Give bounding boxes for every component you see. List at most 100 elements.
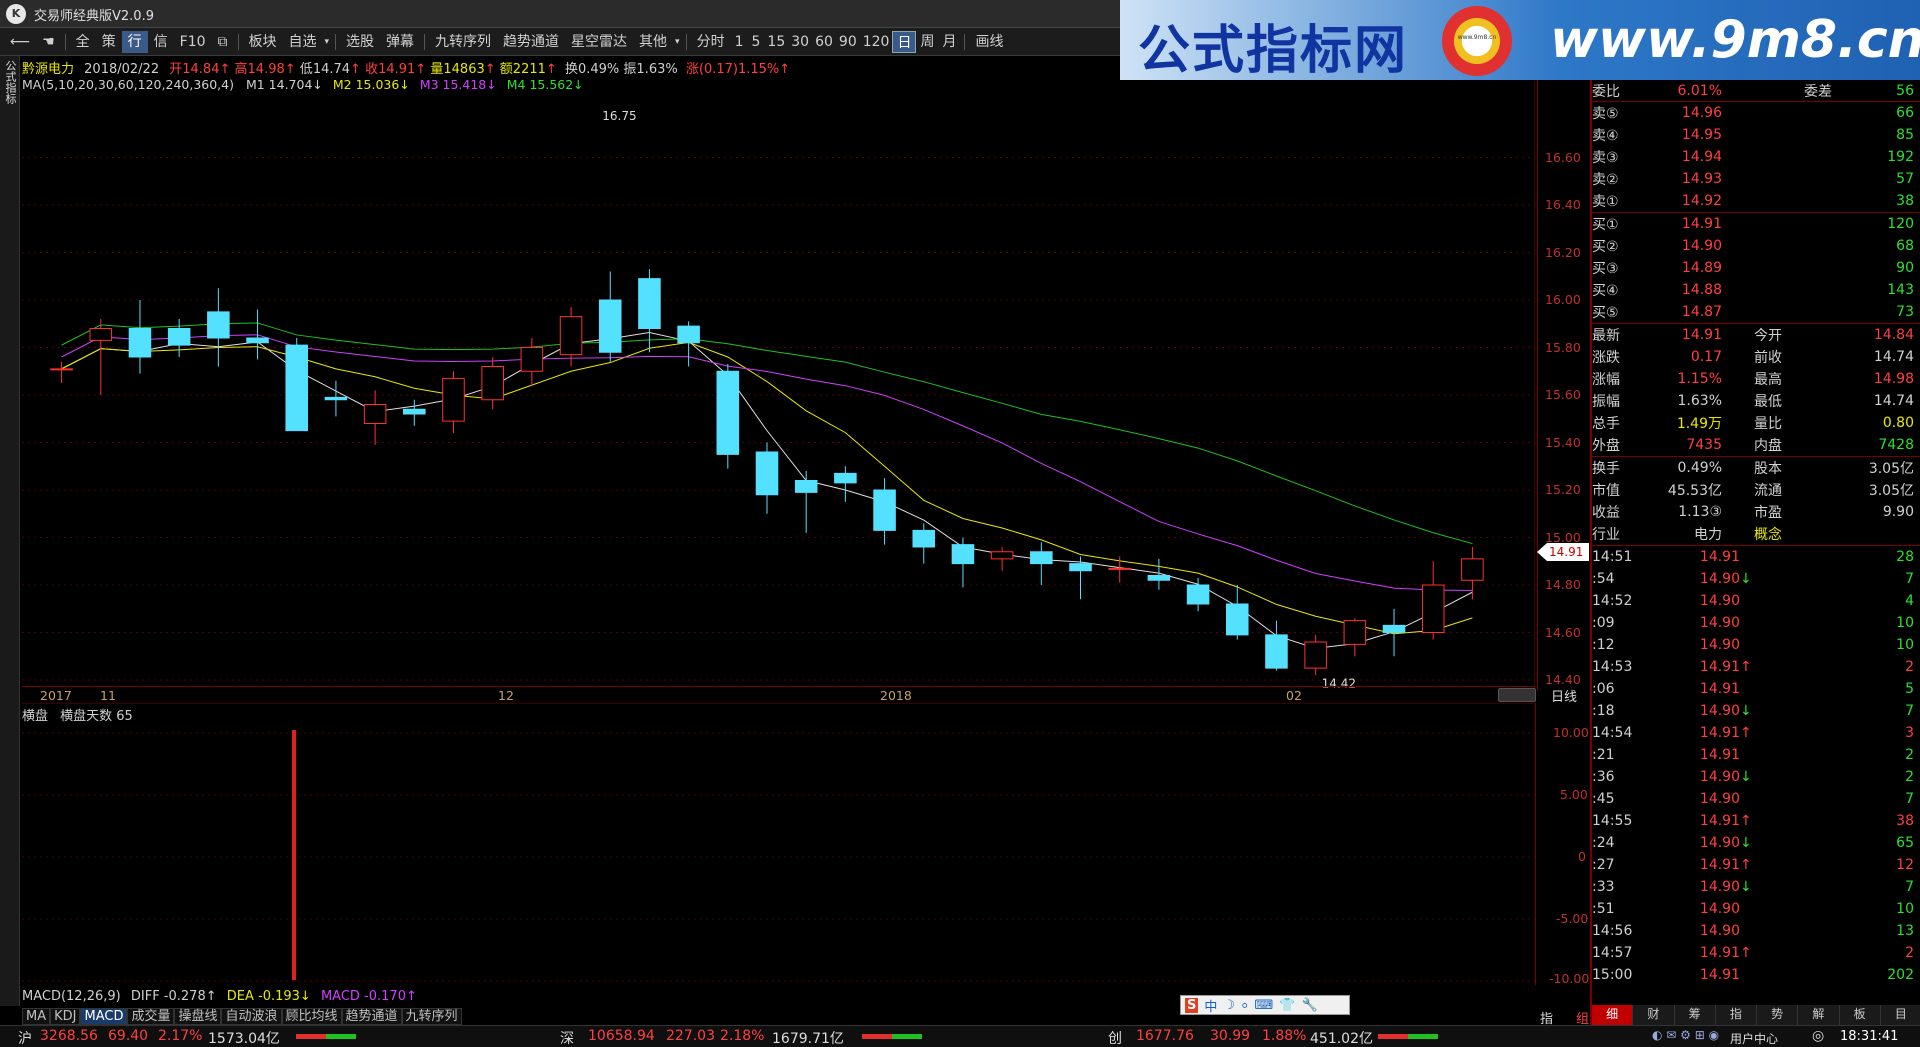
ad-banner[interactable]: 公式指标网 www.9m8.cn www.9m8.cn	[1120, 0, 1920, 80]
indicator-tab-7[interactable]: 趋势通道	[341, 1008, 402, 1025]
tick-price: 14.91	[1699, 747, 1740, 763]
period-fenshi[interactable]: 分时	[691, 31, 731, 53]
copy-icon[interactable]: ⧉	[212, 31, 234, 53]
candle-body	[559, 316, 583, 356]
sell-price: 14.93	[1681, 171, 1722, 187]
toolbar-jiuzhuan[interactable]: 九转序列	[429, 31, 497, 53]
candle-body	[324, 396, 348, 401]
side-tab-3[interactable]: 指	[1715, 1005, 1757, 1025]
period-week[interactable]: 周	[916, 31, 938, 53]
tick-time: :27	[1592, 857, 1615, 873]
toolbar-bankuai[interactable]: 板块	[243, 31, 283, 53]
chevron-down-icon[interactable]: ▾	[323, 31, 332, 53]
candle-body	[246, 337, 269, 344]
indicator-tab-5[interactable]: 自动波浪	[221, 1008, 282, 1025]
sz-pct: 2.18%	[720, 1028, 765, 1044]
tick-volume: 10	[1896, 901, 1914, 917]
toolbar-xuangu[interactable]: 选股	[340, 31, 380, 53]
stock-info-line: 黔源电力 2018/02/22 开14.84↑ 高14.98↑ 低14.74↑ …	[22, 62, 791, 77]
stat2-value: 电力	[1694, 527, 1722, 543]
chevron-down-icon[interactable]: ▾	[673, 31, 682, 53]
sz-chg: 227.03	[666, 1028, 715, 1044]
toolbar-hang[interactable]: 行	[121, 30, 148, 53]
app-logo-icon: K	[6, 4, 26, 24]
toolbar-xin[interactable]: 信	[148, 31, 174, 53]
tick-time: :24	[1592, 835, 1615, 851]
current-price-value: 14.91	[1549, 545, 1584, 559]
kline-svg[interactable]: 16.7514.42	[22, 80, 1535, 690]
sub-chart-svg[interactable]	[22, 703, 1535, 985]
kline-chart[interactable]: 16.75 14.42	[22, 80, 1538, 690]
candle-body	[167, 328, 191, 346]
side-tab-4[interactable]: 势	[1757, 1005, 1799, 1025]
toolbar-danmu[interactable]: 弹幕	[380, 31, 420, 53]
tick-time: :06	[1592, 681, 1615, 697]
side-tab-2[interactable]: 筹	[1674, 1005, 1716, 1025]
macd-line: MACD(12,26,9) DIFF -0.278↑ DEA -0.193↓ M…	[22, 989, 417, 1004]
side-tab-6[interactable]: 板	[1839, 1005, 1881, 1025]
indicator-tab-8[interactable]: 九转序列	[401, 1008, 462, 1025]
hand-icon[interactable]: ☚	[36, 31, 61, 53]
period-60[interactable]: 60	[812, 31, 836, 53]
indicator-tab-2[interactable]: MACD	[80, 1008, 128, 1025]
candle-body	[1147, 575, 1171, 581]
period-month[interactable]: 月	[938, 31, 960, 53]
weibi-label: 委比	[1592, 83, 1620, 100]
tick-time: :54	[1592, 571, 1615, 587]
toolbar-quan[interactable]: 全	[70, 31, 96, 53]
toolbar-zixuan[interactable]: 自选	[283, 31, 323, 53]
stat-label-2: 最高	[1754, 372, 1782, 388]
toolbar-qita[interactable]: 其他	[633, 31, 673, 53]
tick-time: 14:54	[1592, 725, 1633, 741]
tick-time: 15:00	[1592, 967, 1633, 983]
period-30[interactable]: 30	[788, 31, 812, 53]
stat2-label-2: 市盈	[1754, 505, 1782, 521]
indicator-tab-3[interactable]: 成交量	[127, 1008, 175, 1025]
user-center[interactable]: 用户中心	[1730, 1030, 1778, 1047]
tick-row: :06 14.91 5	[1592, 678, 1920, 700]
toolbar-xingkong[interactable]: 星空雷达	[565, 31, 633, 53]
period-day[interactable]: 日	[892, 30, 917, 53]
toolbar-f10[interactable]: F10	[174, 31, 212, 53]
indicator-tab-4[interactable]: 操盘线	[174, 1008, 222, 1025]
scroll-thumb[interactable]	[1498, 688, 1536, 702]
toolbar-qushi[interactable]: 趋势通道	[497, 31, 565, 53]
tick-time: :36	[1592, 769, 1615, 785]
candle-body	[1304, 641, 1327, 669]
quote-panel: 委比 6.01% 委差 56 卖⑤ 14.96 66 卖④ 14.95 85 卖③ 14.94 192 卖…	[1590, 80, 1920, 1025]
sell-price: 14.94	[1681, 149, 1722, 165]
period-1[interactable]: 1	[731, 31, 748, 53]
period-15[interactable]: 15	[764, 31, 788, 53]
indicator-tab-0[interactable]: MA	[22, 1008, 51, 1025]
buy-row: 买② 14.90 68	[1592, 235, 1920, 257]
period-90[interactable]: 90	[836, 31, 860, 53]
indicator-tab-1[interactable]: KDJ	[50, 1008, 81, 1025]
period-5[interactable]: 5	[748, 31, 765, 53]
price-axis-label: 14.40	[1545, 672, 1581, 687]
tick-arrow: ↑	[1740, 813, 1752, 829]
side-tab-0[interactable]: 细	[1592, 1005, 1634, 1025]
left-side-strip[interactable]: 公式指标	[0, 56, 20, 1006]
indicator-tab-6[interactable]: 顾比均线	[281, 1008, 342, 1025]
side-tab-5[interactable]: 解	[1798, 1005, 1840, 1025]
status-icons[interactable]: ◐ ✉ ⚙ ⊞ ◉	[1652, 1028, 1719, 1042]
stat2-value-2: 3.05亿	[1868, 461, 1914, 477]
back-icon[interactable]: ⟵	[4, 31, 36, 53]
buy-volume: 143	[1887, 282, 1914, 298]
stock-name[interactable]: 黔源电力	[22, 62, 74, 77]
period-120[interactable]: 120	[860, 31, 893, 53]
toolbar-huaxian[interactable]: 画线	[969, 31, 1009, 53]
leftstrip-label: 公式指标	[4, 60, 17, 104]
sz-index: 10658.94	[588, 1028, 655, 1044]
x-axis-labels: 2017 11 12 2018 02	[22, 686, 1535, 703]
stat-value-2: 14.84	[1873, 327, 1914, 343]
price-axis-labels: 16.60 16.40 16.20 16.00 15.80 15.60 15.40 15.20…	[1537, 80, 1587, 690]
stat-row: 最新 14.91 今开 14.84	[1592, 324, 1920, 346]
side-tab-7[interactable]: 目	[1880, 1005, 1920, 1025]
open-label: 开	[169, 62, 183, 77]
stats-block: 最新 14.91 今开 14.84 涨跌 0.17 前收 14.74 涨幅 1.15% 最高 14.9…	[1592, 324, 1920, 457]
sub-chart[interactable]	[22, 703, 1535, 985]
side-tab-1[interactable]: 财	[1633, 1005, 1675, 1025]
toolbar-ce[interactable]: 策	[96, 31, 122, 53]
sz-amt: 1679.71亿	[772, 1031, 844, 1047]
